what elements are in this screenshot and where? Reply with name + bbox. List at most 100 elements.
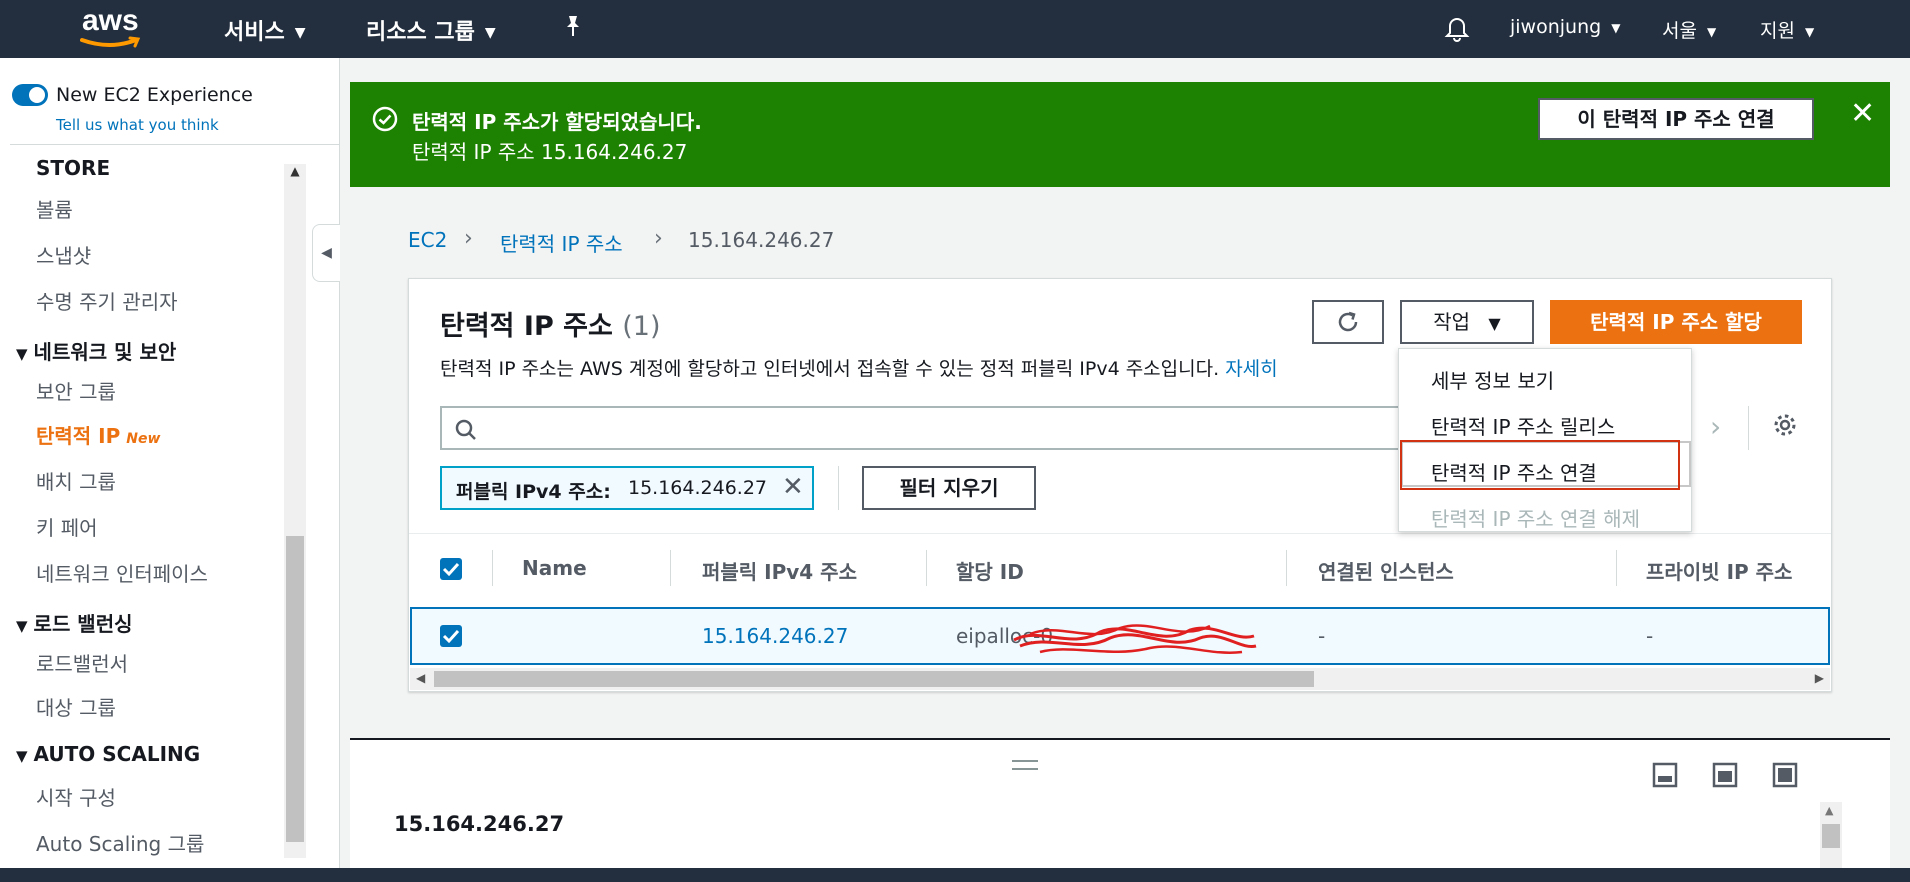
filter-token[interactable]: 퍼블릭 IPv4 주소: 15.164.246.27 ✕ [440,466,814,510]
collapse-sidebar-button[interactable]: ◀ [312,224,340,282]
refresh-button[interactable] [1312,300,1384,344]
smile-arrow-icon [80,36,141,48]
redaction-scribble [1013,624,1257,654]
annotation-highlight-box [1400,440,1680,490]
column-header-private-ip[interactable]: 프라이빗 IP 주소 [1646,556,1792,585]
split-panel-title: 15.164.246.27 [394,812,565,836]
split-panel-scrollbar[interactable]: ▲ [1820,802,1842,870]
breadcrumb-current: 15.164.246.27 [688,228,835,252]
resource-groups-menu[interactable]: 리소스 그룹 ▼ [366,14,496,46]
remove-filter-icon[interactable]: ✕ [782,472,804,502]
tell-us-link[interactable]: Tell us what you think [56,116,219,134]
toolbar-divider [1748,406,1749,450]
panel-middle-icon[interactable] [1712,762,1738,788]
sidebar: New EC2 Experience Tell us what you thin… [0,58,340,868]
scroll-up-arrow-icon[interactable]: ▲ [284,164,306,184]
sidebar-item-volumes[interactable]: 볼륨 [36,194,73,223]
filter-divider [838,466,839,510]
sidebar-item-snapshots[interactable]: 스냅샷 [36,240,91,269]
item-count: (1) [622,311,661,342]
resize-handle[interactable] [1012,760,1038,770]
scroll-up-arrow-icon[interactable]: ▲ [1825,804,1833,817]
column-divider [926,550,927,586]
sidebar-section-store: STORE [36,156,111,180]
select-all-checkbox[interactable] [440,558,462,580]
close-icon[interactable]: ✕ [1850,96,1875,131]
allocate-eip-button[interactable]: 탄력적 IP 주소 할당 [1550,300,1802,344]
bottom-bar [0,868,1910,882]
caret-down-icon: ▼ [16,747,28,765]
clear-filters-button[interactable]: 필터 지우기 [862,466,1036,510]
cell-public-ip[interactable]: 15.164.246.27 [702,624,848,648]
aws-logo[interactable]: aws [80,4,146,48]
scrollbar-thumb[interactable] [434,671,1314,687]
success-flashbar: 탄력적 IP 주소가 할당되었습니다. 탄력적 IP 주소 15.164.246… [350,82,1890,187]
table-horizontal-scrollbar[interactable]: ◀ ▶ [410,668,1830,690]
region-menu[interactable]: 서울 ▼ [1662,16,1716,43]
column-header-public-ip[interactable]: 퍼블릭 IPv4 주소 [702,556,857,585]
cell-associated-instance: - [1318,624,1326,648]
new-experience-toggle[interactable] [12,84,48,106]
pin-icon[interactable] [562,14,584,44]
associate-this-eip-button[interactable]: 이 탄력적 IP 주소 연결 [1538,98,1814,140]
support-menu[interactable]: 지원 ▼ [1760,16,1814,43]
column-divider [670,550,671,586]
caret-down-icon: ▼ [16,345,28,363]
chevron-down-icon: ▼ [484,25,496,41]
success-check-icon [372,106,398,132]
sidebar-scrollbar-thumb[interactable] [286,536,304,842]
sidebar-section-network[interactable]: ▼ 네트워크 및 보안 [16,336,176,365]
sidebar-divider [10,144,340,145]
details-split-panel: 15.164.246.27 ▲ [350,738,1890,870]
menu-item-disassociate-eip: 탄력적 IP 주소 연결 해제 [1431,507,1640,531]
next-page-icon[interactable]: › [1710,410,1721,443]
services-menu[interactable]: 서비스 ▼ [224,14,306,46]
scroll-right-arrow-icon[interactable]: ▶ [1815,671,1824,685]
row-checkbox[interactable] [440,625,462,647]
chevron-down-icon: ▼ [1611,20,1621,35]
sidebar-item-key-pairs[interactable]: 키 페어 [36,512,98,541]
caret-left-icon: ◀ [321,245,332,261]
sidebar-item-network-interfaces[interactable]: 네트워크 인터페이스 [36,558,208,587]
learn-more-link[interactable]: 자세히 [1225,358,1277,380]
flash-subtitle: 탄력적 IP 주소 15.164.246.27 [412,140,688,164]
column-header-associated-instance[interactable]: 연결된 인스턴스 [1318,556,1454,585]
breadcrumb-ec2[interactable]: EC2 [408,228,447,252]
panel-full-icon[interactable] [1772,762,1798,788]
chevron-down-icon: ▼ [1706,24,1717,39]
gear-icon[interactable] [1772,412,1798,438]
sidebar-item-target-groups[interactable]: 대상 그룹 [36,692,116,721]
table-header-border [409,533,1831,534]
column-divider [1286,550,1287,586]
sidebar-item-load-balancers[interactable]: 로드밸런서 [36,648,128,677]
sidebar-item-elastic-ip[interactable]: 탄력적 IP New [36,420,160,449]
chevron-down-icon: ▼ [1804,24,1815,39]
flash-title: 탄력적 IP 주소가 할당되었습니다. [412,110,702,134]
bell-icon[interactable] [1444,14,1470,47]
sidebar-item-auto-scaling-groups[interactable]: Auto Scaling 그룹 [36,828,204,857]
actions-dropdown-button[interactable]: 작업 ▼ [1400,300,1534,344]
cell-private-ip: - [1646,624,1654,648]
column-header-name[interactable]: Name [522,556,587,580]
sidebar-item-placement-groups[interactable]: 배치 그룹 [36,466,116,495]
column-divider [492,550,493,586]
chevron-right-icon: › [464,226,473,251]
panel-bottom-icon[interactable] [1652,762,1678,788]
new-badge: New [126,431,161,447]
column-header-allocation-id[interactable]: 할당 ID [956,556,1024,585]
chevron-right-icon: › [654,226,663,251]
sidebar-section-load-balancing[interactable]: ▼ 로드 밸런싱 [16,608,133,637]
menu-item-view-details[interactable]: 세부 정보 보기 [1431,365,1554,394]
user-menu[interactable]: jiwonjung ▼ [1510,16,1620,38]
breadcrumb-elastic-ips[interactable]: 탄력적 IP 주소 [500,228,623,257]
sidebar-item-launch-configurations[interactable]: 시작 구성 [36,782,116,811]
sidebar-item-lifecycle[interactable]: 수명 주기 관리자 [36,286,178,315]
sidebar-item-security-groups[interactable]: 보안 그룹 [36,376,116,405]
scrollbar-thumb[interactable] [1822,824,1840,848]
menu-item-release-eip[interactable]: 탄력적 IP 주소 릴리스 [1431,411,1615,440]
scroll-left-arrow-icon[interactable]: ◀ [416,671,425,685]
new-experience-label: New EC2 Experience [56,84,253,106]
sidebar-section-auto-scaling[interactable]: ▼ AUTO SCALING [16,742,200,766]
chevron-down-icon: ▼ [294,25,306,41]
refresh-icon [1338,311,1358,332]
